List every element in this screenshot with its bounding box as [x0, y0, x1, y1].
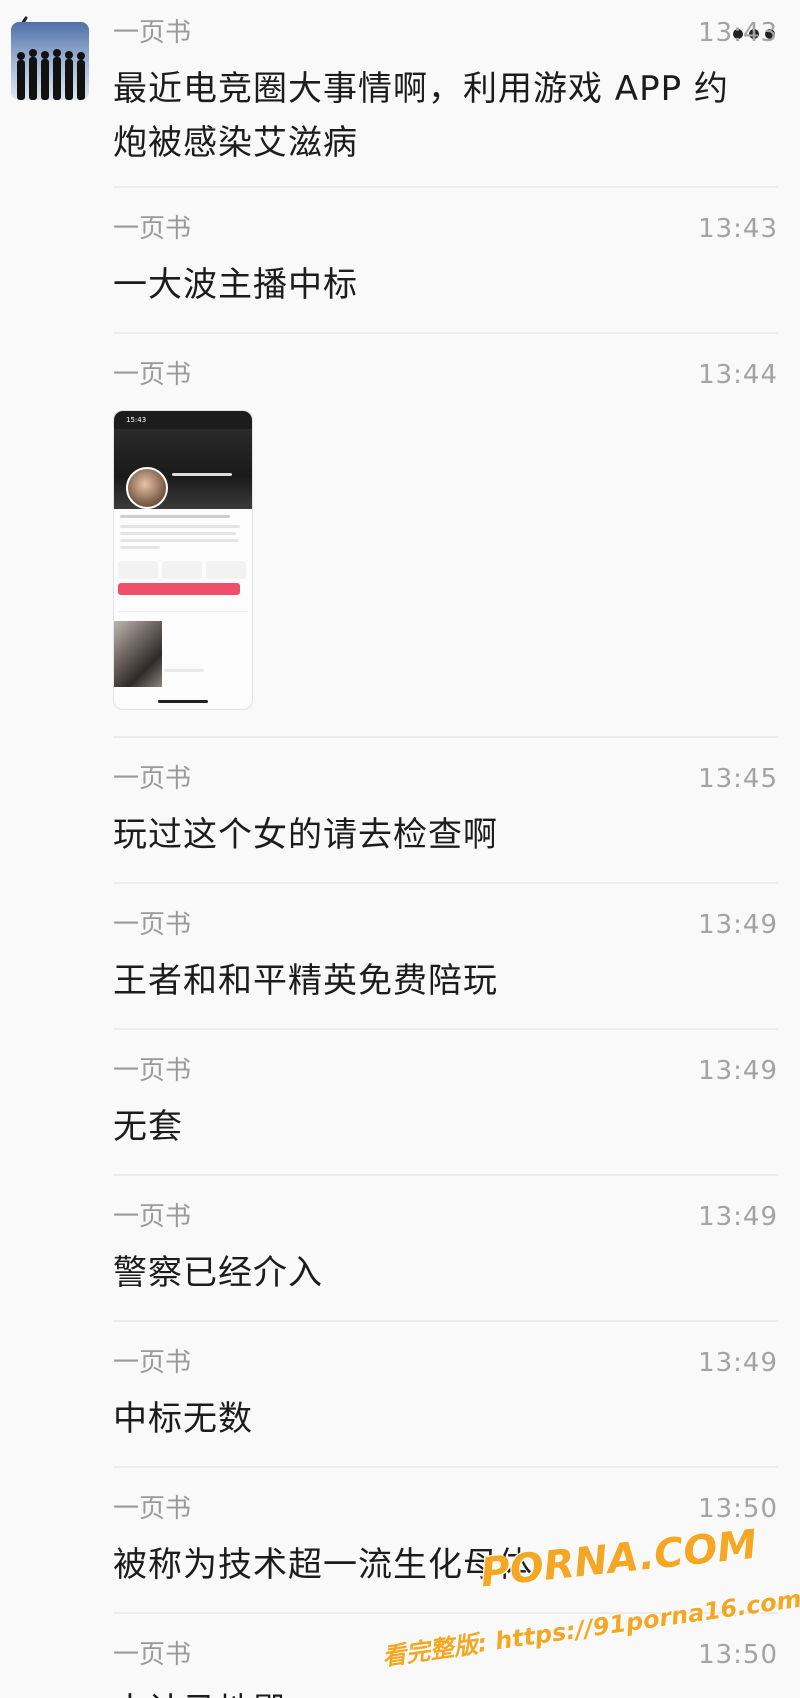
message-sender: 一页书 — [113, 1348, 192, 1378]
thumbnail-status-bar: 15:43 — [114, 411, 252, 429]
divider — [113, 736, 778, 738]
divider — [113, 186, 778, 188]
message-time: 13:43 — [698, 214, 778, 244]
message-item[interactable]: 一页书 13:49 无套 — [113, 1056, 778, 1147]
divider — [113, 1612, 778, 1614]
message-sender: 一页书 — [113, 18, 192, 48]
divider — [113, 1466, 778, 1468]
thumbnail-button — [206, 561, 246, 579]
message-text: 中标无数 — [113, 1399, 253, 1439]
message-time: 13:50 — [698, 1640, 778, 1670]
message-item[interactable]: 一页书 13:49 王者和和平精英免费陪玩 — [113, 910, 778, 1001]
message-text: 被称为技术超一流生化母体 — [113, 1545, 533, 1585]
thumbnail-follow-button — [118, 583, 240, 595]
message-sender: 一页书 — [113, 910, 192, 940]
message-text: 警察已经介入 — [113, 1253, 323, 1293]
message-text: 王者和和平精英免费陪玩 — [113, 961, 498, 1001]
message-time: 13:43 — [698, 18, 778, 48]
message-sender: 一页书 — [113, 1056, 192, 1086]
screenshot-thumbnail[interactable]: 15:43 — [113, 410, 253, 710]
message-item[interactable]: 一页书 13:49 中标无数 — [113, 1348, 778, 1439]
image-message-item[interactable]: 一页书 13:44 15:43 — [113, 360, 778, 720]
message-sender: 一页书 — [113, 1202, 192, 1232]
message-item[interactable]: 一页书 13:43 一大波主播中标 — [113, 214, 778, 305]
message-text: 最近电竞圈大事情啊，利用游戏 APP 约炮被感染艾滋病 — [113, 69, 729, 163]
thumbnail-buttons — [118, 561, 248, 579]
divider — [113, 1028, 778, 1030]
message-text: 中计马地殿 — [113, 1684, 753, 1698]
message-time: 13:49 — [698, 910, 778, 940]
divider — [113, 1320, 778, 1322]
message-time: 13:49 — [698, 1348, 778, 1378]
thumbnail-bio-line — [120, 525, 240, 528]
message-time: 13:44 — [698, 360, 778, 390]
group-silhouette-avatar-icon — [11, 22, 89, 100]
thumbnail-bio-line — [120, 539, 238, 542]
thumbnail-post-photo — [114, 621, 162, 687]
message-text: 无套 — [113, 1107, 183, 1147]
message-sender: 一页书 — [113, 214, 192, 244]
message-sender: 一页书 — [113, 360, 192, 390]
message-time: 13:50 — [698, 1494, 778, 1524]
message-text: 玩过这个女的请去检查啊 — [113, 815, 498, 855]
avatar[interactable] — [11, 22, 89, 100]
message-text: 一大波主播中标 — [113, 265, 358, 305]
thumbnail-bio-line — [120, 546, 160, 549]
message-item[interactable]: 一页书 13:43 最近电竞圈大事情啊，利用游戏 APP 约炮被感染艾滋病 — [113, 18, 778, 163]
message-item[interactable]: 一页书 13:49 警察已经介入 — [113, 1202, 778, 1293]
message-sender: 一页书 — [113, 1494, 192, 1524]
message-time: 13:45 — [698, 764, 778, 794]
message-item[interactable]: 一页书 13:50 中计马地殿 — [113, 1640, 778, 1698]
thumbnail-caption-line — [164, 669, 204, 672]
divider — [113, 1174, 778, 1176]
thumbnail-button — [162, 561, 202, 579]
thumbnail-button — [118, 561, 158, 579]
chat-screen: 一页书 13:43 最近电竞圈大事情啊，利用游戏 APP 约炮被感染艾滋病 一页… — [0, 0, 800, 1698]
thumbnail-stats-line — [120, 515, 230, 518]
thumbnail-home-indicator — [158, 700, 208, 703]
thumbnail-bio-line — [120, 532, 236, 535]
thumbnail-tabs — [118, 601, 248, 612]
divider — [113, 332, 778, 334]
message-time: 13:49 — [698, 1056, 778, 1086]
message-item[interactable]: 一页书 13:45 玩过这个女的请去检查啊 — [113, 764, 778, 855]
divider — [113, 882, 778, 884]
message-item[interactable]: 一页书 13:50 被称为技术超一流生化母体 — [113, 1494, 778, 1585]
message-time: 13:49 — [698, 1202, 778, 1232]
thumbnail-name-line — [172, 473, 232, 476]
message-sender: 一页书 — [113, 1640, 192, 1670]
thumbnail-avatar — [126, 467, 168, 509]
message-sender: 一页书 — [113, 764, 192, 794]
